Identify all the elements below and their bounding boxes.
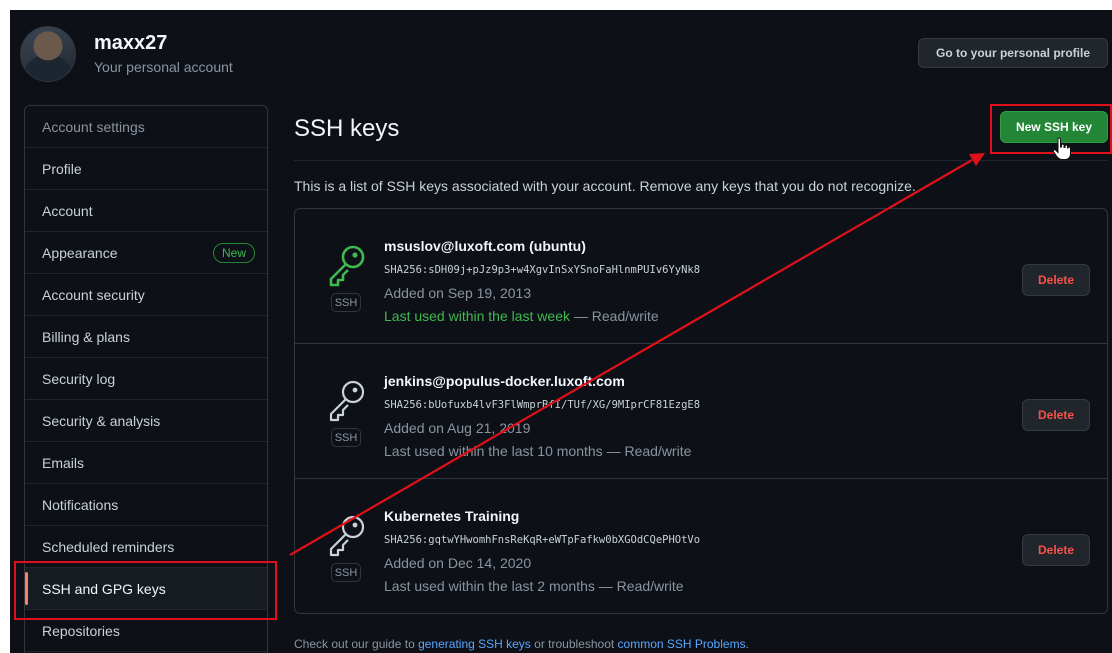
go-to-profile-button[interactable]: Go to your personal profile (918, 38, 1108, 68)
sidebar-item-account-security[interactable]: Account security (25, 274, 267, 316)
key-fingerprint: SHA256:gqtwYHwomhFnsReKqR+eWTpFafkw0bXGO… (384, 534, 701, 546)
generating-ssh-keys-link[interactable]: generating SSH keys (418, 637, 531, 651)
account-subtitle: Your personal account (94, 59, 233, 75)
footer-middle: or troubleshoot (530, 637, 618, 651)
sidebar-item-label: Appearance (42, 244, 118, 261)
sidebar-item-security-log[interactable]: Security log (25, 358, 267, 400)
sidebar-item-profile[interactable]: Profile (25, 148, 267, 190)
sidebar-item-appearance[interactable]: Appearance New (25, 232, 267, 274)
sidebar-item-emails[interactable]: Emails (25, 442, 267, 484)
sidebar-item-notifications[interactable]: Notifications (25, 484, 267, 526)
key-access-level: — Read/write (570, 308, 659, 324)
sidebar-item-account[interactable]: Account (25, 190, 267, 232)
key-added-date: Added on Dec 14, 2020 (384, 555, 532, 571)
key-title: msuslov@luxoft.com (ubuntu) (384, 238, 586, 254)
sidebar-item-label: Emails (42, 454, 85, 471)
key-fingerprint: SHA256:sDH09j+pJz9p3+w4XgvInSxYSnoFaHlnm… (384, 264, 701, 276)
sidebar-item-label: Repositories (42, 622, 120, 639)
sidebar-heading-account-settings: Account settings (25, 106, 267, 148)
key-fingerprint: SHA256:bUofuxb4lvF3FlWmprBfI/TUf/XG/9MIp… (384, 399, 701, 411)
footer-prefix: Check out our guide to (294, 637, 419, 651)
ssh-keys-list: SSH msuslov@luxoft.com (ubuntu) SHA256:s… (294, 208, 1108, 614)
key-added-date: Added on Sep 19, 2013 (384, 285, 532, 301)
title-divider (294, 160, 1108, 161)
sidebar-item-billing-plans[interactable]: Billing & plans (25, 316, 267, 358)
ssh-type-label: SSH (331, 293, 361, 312)
key-last-used: Last used within the last 2 months — Rea… (384, 578, 684, 594)
key-last-used: Last used within the last 10 months — Re… (384, 443, 692, 459)
sidebar-item-label: Billing & plans (42, 328, 130, 345)
key-added-date: Added on Aug 21, 2019 (384, 420, 531, 436)
new-badge: New (212, 243, 255, 263)
ssh-key-row: SSH Kubernetes Training SHA256:gqtwYHwom… (295, 479, 1107, 613)
settings-window: maxx27 Your personal account Go to your … (10, 10, 1112, 653)
key-icon (329, 245, 365, 287)
key-title: Kubernetes Training (384, 508, 520, 524)
intro-text: This is a list of SSH keys associated wi… (294, 178, 916, 194)
key-title: jenkins@populus-docker.luxoft.com (384, 373, 625, 389)
ssh-type-label: SSH (331, 428, 361, 447)
sidebar-item-label: Security log (42, 370, 116, 387)
sidebar-item-label: Account (42, 202, 93, 219)
sidebar-item-label: Notifications (42, 496, 119, 513)
username: maxx27 (94, 32, 168, 54)
delete-key-button[interactable]: Delete (1022, 264, 1090, 296)
ssh-key-row: SSH jenkins@populus-docker.luxoft.com SH… (295, 344, 1107, 479)
page-title: SSH keys (294, 115, 400, 142)
hand-cursor-icon (1052, 137, 1071, 160)
sidebar-item-label: Account settings (42, 118, 145, 135)
ssh-key-row: SSH msuslov@luxoft.com (ubuntu) SHA256:s… (295, 209, 1107, 344)
highlight-ssh-gpg-keys (14, 561, 277, 620)
sidebar-item-label: Scheduled reminders (42, 538, 175, 555)
key-last-used: Last used within the last week — Read/wr… (384, 308, 659, 324)
sidebar-item-label: Security & analysis (42, 412, 161, 429)
footer-suffix: . (745, 637, 749, 651)
delete-key-button[interactable]: Delete (1022, 399, 1090, 431)
key-icon (329, 380, 365, 422)
sidebar-item-label: Profile (42, 160, 82, 177)
key-icon (329, 515, 365, 557)
ssh-type-label: SSH (331, 563, 361, 582)
key-last-used-recent: Last used within the last week (384, 308, 570, 324)
account-header: maxx27 Your personal account Go to your … (10, 10, 1112, 100)
highlight-new-ssh-key (990, 104, 1112, 154)
common-ssh-problems-link[interactable]: common SSH Problems (618, 637, 746, 651)
avatar[interactable] (20, 26, 76, 82)
sidebar-item-security-analysis[interactable]: Security & analysis (25, 400, 267, 442)
delete-key-button[interactable]: Delete (1022, 534, 1090, 566)
sidebar-item-label: Account security (42, 286, 145, 303)
help-footer: Check out our guide to generating SSH ke… (294, 637, 749, 651)
